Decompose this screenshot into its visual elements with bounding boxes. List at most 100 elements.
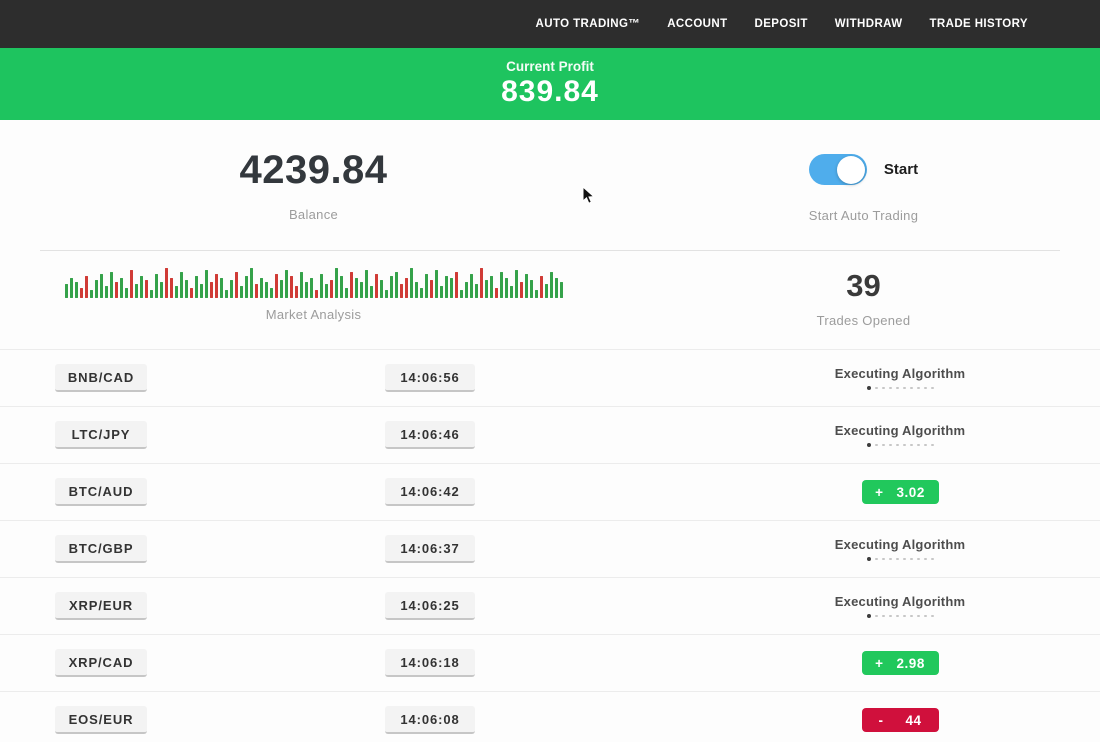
executing-label: Executing Algorithm <box>835 423 965 438</box>
market-bar <box>470 274 473 298</box>
trade-result-badge: +2.98 <box>862 651 939 675</box>
stats-row-market: Market Analysis 39 Trades Opened <box>0 251 1100 328</box>
market-bar <box>80 288 83 298</box>
market-bar <box>245 276 248 298</box>
trade-time: 14:06:42 <box>385 478 475 506</box>
market-bar <box>555 278 558 298</box>
time-cell: 14:06:46 <box>260 421 600 449</box>
market-bar <box>480 268 483 298</box>
market-bar <box>290 276 293 298</box>
market-bar <box>240 286 243 298</box>
market-bar <box>510 286 513 298</box>
market-bar <box>320 274 323 298</box>
nav-item-auto-trading[interactable]: AUTO TRADING™ <box>536 18 641 30</box>
pair-badge[interactable]: XRP/CAD <box>55 649 147 677</box>
market-bar <box>125 288 128 298</box>
market-bar <box>135 284 138 298</box>
market-bar <box>440 286 443 298</box>
pair-badge[interactable]: BTC/GBP <box>55 535 147 563</box>
status-cell: +2.98 <box>600 651 1100 675</box>
status-cell: Executing Algorithm <box>600 594 1100 618</box>
auto-trading-toggle[interactable] <box>809 154 867 185</box>
market-bar <box>500 272 503 298</box>
market-bar <box>310 278 313 298</box>
market-bar <box>150 290 153 298</box>
market-bar <box>400 284 403 298</box>
market-bar <box>300 272 303 298</box>
market-bar <box>180 272 183 298</box>
table-row: XRP/EUR 14:06:25 Executing Algorithm <box>0 577 1100 634</box>
pair-badge[interactable]: EOS/EUR <box>55 706 147 734</box>
market-bar <box>90 290 93 298</box>
market-bar <box>375 274 378 298</box>
market-bar <box>280 280 283 298</box>
market-bar <box>190 288 193 298</box>
nav-item-account[interactable]: ACCOUNT <box>667 18 727 30</box>
market-bar <box>560 282 563 298</box>
pair-cell: EOS/EUR <box>0 706 260 734</box>
market-bar <box>420 288 423 298</box>
time-cell: 14:06:37 <box>260 535 600 563</box>
market-bar <box>430 280 433 298</box>
trade-time: 14:06:46 <box>385 421 475 449</box>
market-bar <box>220 278 223 298</box>
top-nav: AUTO TRADING™ ACCOUNT DEPOSIT WITHDRAW TRADE… <box>0 0 1100 48</box>
market-analysis-chart <box>0 268 627 298</box>
time-cell: 14:06:42 <box>260 478 600 506</box>
market-analysis-label: Market Analysis <box>0 307 627 322</box>
trade-time: 14:06:18 <box>385 649 475 677</box>
nav-item-trade-history[interactable]: TRADE HISTORY <box>930 18 1029 30</box>
table-row: BTC/AUD 14:06:42 +3.02 <box>0 463 1100 520</box>
nav-item-withdraw[interactable]: WITHDRAW <box>835 18 903 30</box>
pair-badge[interactable]: LTC/JPY <box>55 421 147 449</box>
balance-value: 4239.84 <box>0 148 627 193</box>
market-bar <box>200 284 203 298</box>
result-amount: 3.02 <box>897 485 925 500</box>
market-bar <box>325 284 328 298</box>
market-bar <box>265 282 268 298</box>
pair-badge[interactable]: XRP/EUR <box>55 592 147 620</box>
market-bar <box>550 272 553 298</box>
market-bar <box>195 276 198 298</box>
market-bar <box>230 280 233 298</box>
market-bar <box>285 270 288 298</box>
table-row: EOS/EUR 14:06:08 - 44 <box>0 691 1100 742</box>
market-bar <box>405 278 408 298</box>
market-bar <box>110 272 113 298</box>
market-bar <box>385 290 388 298</box>
table-row: BNB/CAD 14:06:56 Executing Algorithm <box>0 349 1100 406</box>
pair-badge[interactable]: BTC/AUD <box>55 478 147 506</box>
market-bar <box>475 284 478 298</box>
market-bar <box>210 282 213 298</box>
trade-status-executing: Executing Algorithm <box>835 594 965 618</box>
result-sign: - <box>878 713 883 728</box>
pair-cell: LTC/JPY <box>0 421 260 449</box>
market-bar <box>115 282 118 298</box>
trade-status-executing: Executing Algorithm <box>835 537 965 561</box>
market-bar <box>225 290 228 298</box>
nav-items: AUTO TRADING™ ACCOUNT DEPOSIT WITHDRAW TRADE… <box>509 18 1028 30</box>
market-bar <box>305 282 308 298</box>
balance-block: 4239.84 Balance <box>0 148 627 223</box>
progress-dots-icon <box>835 386 965 390</box>
auto-trading-label: Start Auto Trading <box>627 208 1100 223</box>
market-bar <box>155 274 158 298</box>
time-cell: 14:06:08 <box>260 706 600 734</box>
nav-item-deposit[interactable]: DEPOSIT <box>755 18 808 30</box>
market-bar <box>65 284 68 298</box>
result-amount: 44 <box>905 713 921 728</box>
toggle-knob-icon <box>837 156 865 184</box>
main-content: 4239.84 Balance Start Start Auto Trading… <box>0 120 1100 742</box>
executing-label: Executing Algorithm <box>835 366 965 381</box>
market-bar <box>415 282 418 298</box>
market-bar <box>380 280 383 298</box>
market-bar <box>350 272 353 298</box>
market-bar <box>295 286 298 298</box>
progress-dots-icon <box>835 614 965 618</box>
status-cell: Executing Algorithm <box>600 366 1100 390</box>
market-bar <box>390 276 393 298</box>
market-analysis-block: Market Analysis <box>0 268 627 328</box>
pair-badge[interactable]: BNB/CAD <box>55 364 147 392</box>
executing-label: Executing Algorithm <box>835 594 965 609</box>
market-bar <box>270 288 273 298</box>
